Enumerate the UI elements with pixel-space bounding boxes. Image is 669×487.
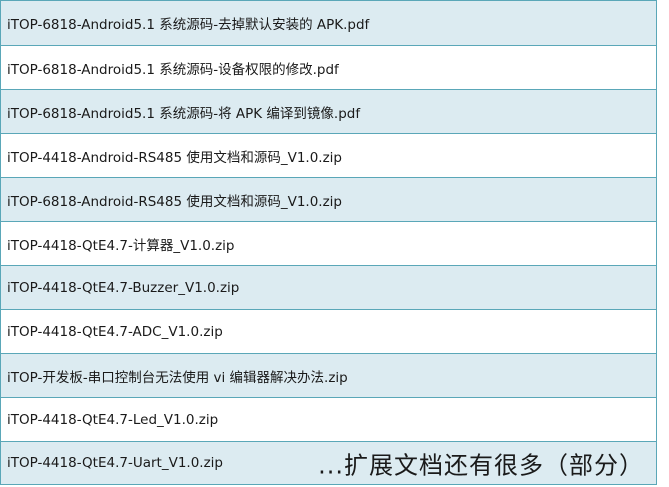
file-name: iTOP-4418-QtE4.7-计算器_V1.0.zip (7, 237, 235, 254)
file-row[interactable]: iTOP-4418-QtE4.7-ADC_V1.0.zip (1, 309, 656, 353)
file-row[interactable]: iTOP-4418-QtE4.7-计算器_V1.0.zip (1, 221, 656, 265)
file-list: iTOP-6818-Android5.1 系统源码-去掉默认安装的 APK.pd… (0, 0, 657, 485)
file-name: iTOP-6818-Android-RS485 使用文档和源码_V1.0.zip (7, 193, 342, 210)
file-row[interactable]: iTOP-6818-Android5.1 系统源码-设备权限的修改.pdf (1, 45, 656, 89)
file-name: iTOP-6818-Android5.1 系统源码-设备权限的修改.pdf (7, 61, 339, 78)
file-name: iTOP-4418-QtE4.7-Led_V1.0.zip (7, 411, 219, 428)
file-name: iTOP-4418-QtE4.7-ADC_V1.0.zip (7, 323, 223, 340)
file-name: iTOP-6818-Android5.1 系统源码-将 APK 编译到镜像.pd… (7, 105, 361, 122)
file-row[interactable]: iTOP-开发板-串口控制台无法使用 vi 编辑器解决办法.zip (1, 353, 656, 397)
file-name: iTOP-6818-Android5.1 系统源码-去掉默认安装的 APK.pd… (7, 17, 370, 33)
file-name: iTOP-4418-Android-RS485 使用文档和源码_V1.0.zip (7, 149, 342, 166)
file-name: iTOP-4418-QtE4.7-Uart_V1.0.zip (7, 455, 223, 471)
file-row[interactable]: iTOP-6818-Android5.1 系统源码-将 APK 编译到镜像.pd… (1, 89, 656, 133)
file-name: iTOP-开发板-串口控制台无法使用 vi 编辑器解决办法.zip (7, 369, 348, 386)
file-row[interactable]: iTOP-4418-QtE4.7-Uart_V1.0.zip ...扩展文档还有… (1, 441, 656, 485)
file-row[interactable]: iTOP-4418-QtE4.7-Led_V1.0.zip (1, 397, 656, 441)
file-row[interactable]: iTOP-4418-Android-RS485 使用文档和源码_V1.0.zip (1, 133, 656, 177)
file-row[interactable]: iTOP-6818-Android5.1 系统源码-去掉默认安装的 APK.pd… (1, 0, 656, 45)
file-name: iTOP-4418-QtE4.7-Buzzer_V1.0.zip (7, 279, 240, 296)
file-row[interactable]: iTOP-4418-QtE4.7-Buzzer_V1.0.zip (1, 265, 656, 309)
more-docs-note: ...扩展文档还有很多（部分） (318, 451, 644, 480)
file-row[interactable]: iTOP-6818-Android-RS485 使用文档和源码_V1.0.zip (1, 177, 656, 221)
